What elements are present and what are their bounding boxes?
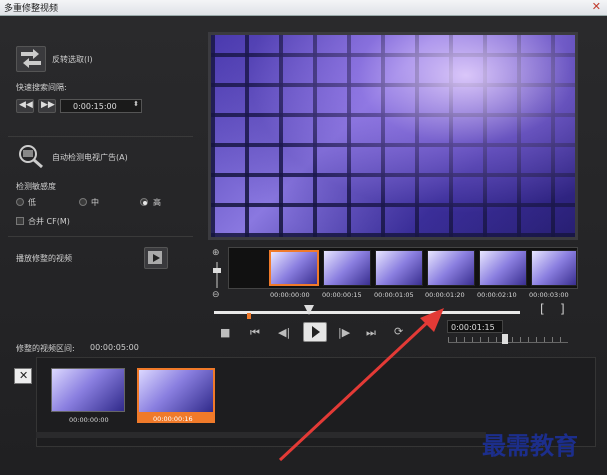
frame-thumbnail[interactable] xyxy=(323,250,371,286)
jog-ruler[interactable] xyxy=(448,337,568,343)
delete-clip-button[interactable]: ✕ xyxy=(14,368,32,384)
mark-in-handle[interactable] xyxy=(247,313,251,319)
zoom-handle[interactable] xyxy=(213,268,221,273)
reverse-selection-icon[interactable] xyxy=(16,46,46,72)
frame-thumbnail[interactable] xyxy=(479,250,527,286)
zoom-slider[interactable] xyxy=(216,262,218,288)
fast-search-input[interactable]: 0:00:15:00 ⬍ xyxy=(60,99,142,113)
trimmed-clips-total: 00:00:05:00 xyxy=(90,343,139,352)
clip-thumbnail[interactable] xyxy=(51,368,125,412)
jog-handle[interactable] xyxy=(502,334,508,344)
frame-thumbnail[interactable] xyxy=(427,250,475,286)
video-preview xyxy=(208,32,578,240)
divider xyxy=(8,136,193,137)
sensitivity-high-label: 高 xyxy=(153,198,161,207)
sensitivity-low-radio[interactable] xyxy=(16,198,24,206)
tv-detect-icon[interactable] xyxy=(16,143,46,169)
play-trimmed-label: 播放修整的视频 xyxy=(16,254,72,263)
fast-search-label: 快速搜索间隔: xyxy=(16,83,67,92)
merge-checkbox[interactable] xyxy=(16,217,24,225)
clip-time-highlight: 00:00:00:16 xyxy=(137,414,215,423)
trimmed-clips-label: 修整的视频区间: xyxy=(16,344,75,353)
stop-icon[interactable]: ■ xyxy=(220,326,230,339)
watermark: 最需教育 xyxy=(482,431,578,460)
mark-in-button[interactable]: [ xyxy=(540,302,545,316)
sensitivity-mid-label: 中 xyxy=(91,198,99,207)
clip-time: 00:00:00:16 xyxy=(153,415,193,423)
divider xyxy=(8,236,193,237)
close-icon[interactable]: ✕ xyxy=(592,0,601,13)
timecode-label: 00:00:00:15 xyxy=(322,291,362,299)
reverse-selection-label[interactable]: 反转选取(I) xyxy=(52,54,93,65)
timecode-label: 00:00:00:00 xyxy=(270,291,310,299)
merge-label: 合并 CF(M) xyxy=(28,217,70,226)
fast-forward-button[interactable]: ▶▶ xyxy=(38,99,56,113)
frame-thumbnail[interactable] xyxy=(531,250,577,286)
zoom-out-icon[interactable]: ⊖ xyxy=(212,290,220,300)
play-trimmed-button[interactable] xyxy=(144,247,168,269)
timecode-label: 00:00:02:10 xyxy=(477,291,517,299)
clip-thumbnail-selected[interactable] xyxy=(137,368,215,414)
sensitivity-mid-radio[interactable] xyxy=(79,198,87,206)
mark-out-button[interactable]: ] xyxy=(560,302,565,316)
zoom-in-icon[interactable]: ⊕ xyxy=(212,248,220,258)
timecode-label: 00:00:03:00 xyxy=(529,291,569,299)
window-title: 多重修整视频 xyxy=(4,4,59,14)
fast-forward-icon: ▶▶ xyxy=(41,100,55,110)
annotation-arrow-icon xyxy=(278,308,444,462)
frame-strip[interactable] xyxy=(228,247,578,289)
title-bar: 多重修整视频 ✕ xyxy=(0,0,607,16)
clip-time: 00:00:00:00 xyxy=(69,416,109,424)
frame-thumbnail[interactable] xyxy=(269,250,319,286)
play-trimmed-icon xyxy=(148,251,162,264)
delete-icon: ✕ xyxy=(19,369,29,382)
sensitivity-high-radio[interactable] xyxy=(140,198,148,206)
auto-detect-label[interactable]: 自动检测电视广告(A) xyxy=(52,152,128,163)
frame-thumbnail[interactable] xyxy=(375,250,423,286)
go-to-start-icon[interactable]: ⏮ xyxy=(250,326,260,340)
spinner-icon[interactable]: ⬍ xyxy=(133,100,139,108)
rewind-icon: ◀◀ xyxy=(19,100,33,110)
sensitivity-low-label: 低 xyxy=(28,198,36,207)
sensitivity-label: 检测敏感度 xyxy=(16,182,56,191)
rewind-button[interactable]: ◀◀ xyxy=(16,99,34,113)
timecode-label: 00:00:01:05 xyxy=(374,291,414,299)
fast-search-value: 0:00:15:00 xyxy=(73,102,117,111)
timecode-label: 00:00:01:20 xyxy=(425,291,465,299)
